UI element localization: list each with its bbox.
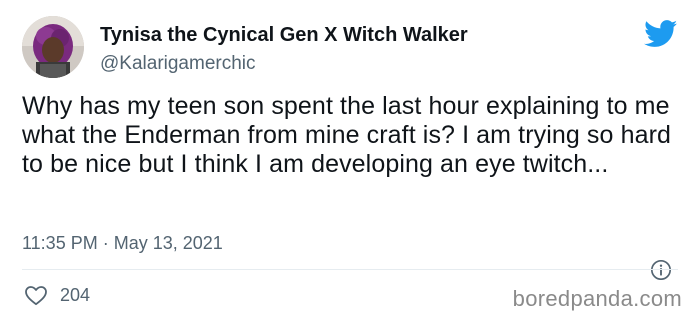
- tweet-date: May 13, 2021: [113, 233, 223, 253]
- tweet-text: Why has my teen son spent the last hour …: [22, 92, 672, 178]
- tweet-card: Tynisa the Cynical Gen X Witch Walker @K…: [0, 0, 700, 323]
- display-name[interactable]: Tynisa the Cynical Gen X Witch Walker: [100, 24, 468, 47]
- tweet-timestamp[interactable]: 11:35 PM · May 13, 2021: [22, 233, 223, 254]
- timestamp-separator: ·: [102, 233, 109, 253]
- twitter-bird-icon[interactable]: [644, 20, 678, 48]
- watermark: boredpanda.com: [512, 286, 682, 311]
- user-handle[interactable]: @Kalarigamerchic: [100, 53, 256, 75]
- tweet-time: 11:35 PM: [22, 233, 98, 253]
- divider: [22, 269, 678, 270]
- like-count: 204: [60, 285, 91, 305]
- heart-icon[interactable]: [24, 284, 48, 306]
- user-avatar-image: [22, 16, 84, 78]
- info-icon[interactable]: [650, 259, 672, 281]
- avatar[interactable]: [22, 16, 84, 78]
